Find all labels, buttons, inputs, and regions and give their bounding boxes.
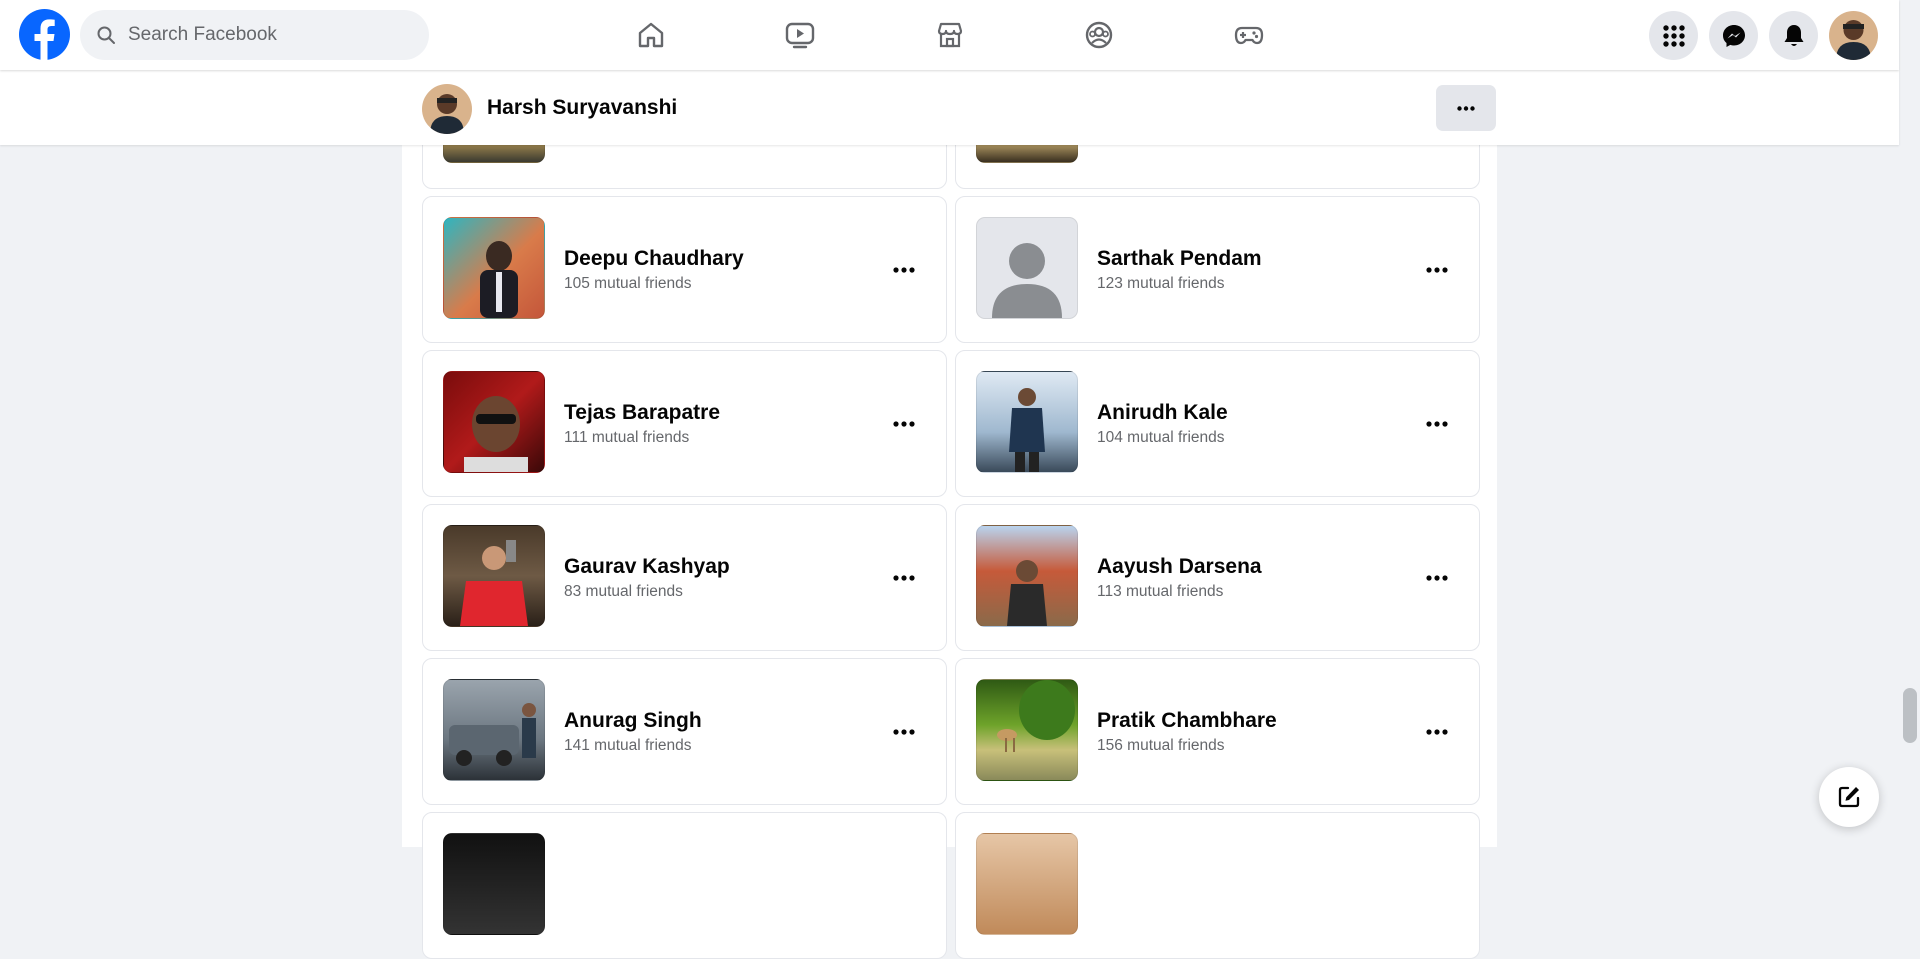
groups-icon[interactable] (1078, 14, 1120, 56)
top-navigation-bar (0, 0, 1899, 70)
friend-card[interactable]: Deepu Chaudhary 105 mutual friends (422, 196, 947, 343)
friend-name[interactable]: Sarthak Pendam (1097, 247, 1262, 271)
friend-name[interactable]: Deepu Chaudhary (564, 247, 744, 271)
mutual-friends-count[interactable]: 105 mutual friends (564, 275, 692, 293)
friend-name[interactable]: Gaurav Kashyap (564, 555, 730, 579)
mutual-friends-count[interactable]: 104 mutual friends (1097, 429, 1225, 447)
friend-card[interactable]: Aayush Darsena 113 mutual friends (955, 504, 1480, 651)
friend-name[interactable]: Aayush Darsena (1097, 555, 1262, 579)
friend-photo[interactable] (976, 525, 1078, 627)
search-bar[interactable] (80, 10, 429, 60)
profile-avatar[interactable] (422, 84, 472, 134)
more-options-icon[interactable] (1419, 406, 1455, 442)
friend-photo[interactable] (443, 217, 545, 319)
friend-name[interactable]: Anirudh Kale (1097, 401, 1228, 425)
friend-card-partial[interactable] (422, 812, 947, 959)
profile-more-button[interactable] (1436, 85, 1496, 131)
friend-card[interactable]: Anirudh Kale 104 mutual friends (955, 350, 1480, 497)
friend-card[interactable]: Gaurav Kashyap 83 mutual friends (422, 504, 947, 651)
more-options-icon[interactable] (886, 406, 922, 442)
more-options-icon[interactable] (1419, 252, 1455, 288)
gaming-icon[interactable] (1228, 14, 1270, 56)
friend-name[interactable]: Pratik Chambhare (1097, 709, 1277, 733)
scrollbar-thumb[interactable] (1903, 688, 1917, 743)
friend-name[interactable]: Tejas Barapatre (564, 401, 720, 425)
search-icon (97, 26, 115, 44)
more-options-icon[interactable] (886, 252, 922, 288)
friend-photo[interactable] (443, 679, 545, 781)
friend-card[interactable]: Tejas Barapatre 111 mutual friends (422, 350, 947, 497)
marketplace-icon[interactable] (929, 14, 971, 56)
friend-photo[interactable] (443, 525, 545, 627)
facebook-logo-icon[interactable] (19, 9, 70, 60)
more-options-icon[interactable] (1419, 714, 1455, 750)
mutual-friends-count[interactable]: 123 mutual friends (1097, 275, 1225, 293)
more-options-icon[interactable] (886, 560, 922, 596)
profile-name[interactable]: Harsh Suryavanshi (487, 96, 677, 120)
home-icon[interactable] (630, 14, 672, 56)
menu-grid-icon[interactable] (1649, 11, 1698, 60)
friend-photo[interactable] (443, 833, 545, 935)
friend-card[interactable]: Pratik Chambhare 156 mutual friends (955, 658, 1480, 805)
notifications-icon[interactable] (1769, 11, 1818, 60)
friend-card-partial[interactable] (955, 812, 1480, 959)
messenger-icon[interactable] (1709, 11, 1758, 60)
search-input[interactable] (126, 23, 410, 47)
friend-photo[interactable] (976, 833, 1078, 935)
friend-card[interactable]: Anurag Singh 141 mutual friends (422, 658, 947, 805)
mutual-friends-count[interactable]: 83 mutual friends (564, 583, 683, 601)
friend-photo[interactable] (976, 371, 1078, 473)
more-options-icon[interactable] (1419, 560, 1455, 596)
mutual-friends-count[interactable]: 111 mutual friends (564, 429, 689, 447)
mutual-friends-count[interactable]: 113 mutual friends (1097, 583, 1223, 601)
account-avatar[interactable] (1829, 11, 1878, 60)
friend-photo[interactable] (976, 679, 1078, 781)
default-avatar-icon[interactable] (976, 217, 1078, 319)
profile-sticky-header: Harsh Suryavanshi (0, 70, 1899, 145)
compose-icon (1838, 786, 1860, 808)
mutual-friends-count[interactable]: 141 mutual friends (564, 737, 692, 755)
mutual-friends-count[interactable]: 156 mutual friends (1097, 737, 1225, 755)
more-options-icon[interactable] (886, 714, 922, 750)
new-message-button[interactable] (1819, 767, 1879, 827)
friend-name[interactable]: Anurag Singh (564, 709, 702, 733)
friend-photo[interactable] (443, 371, 545, 473)
video-icon[interactable] (779, 14, 821, 56)
friend-card[interactable]: Sarthak Pendam 123 mutual friends (955, 196, 1480, 343)
